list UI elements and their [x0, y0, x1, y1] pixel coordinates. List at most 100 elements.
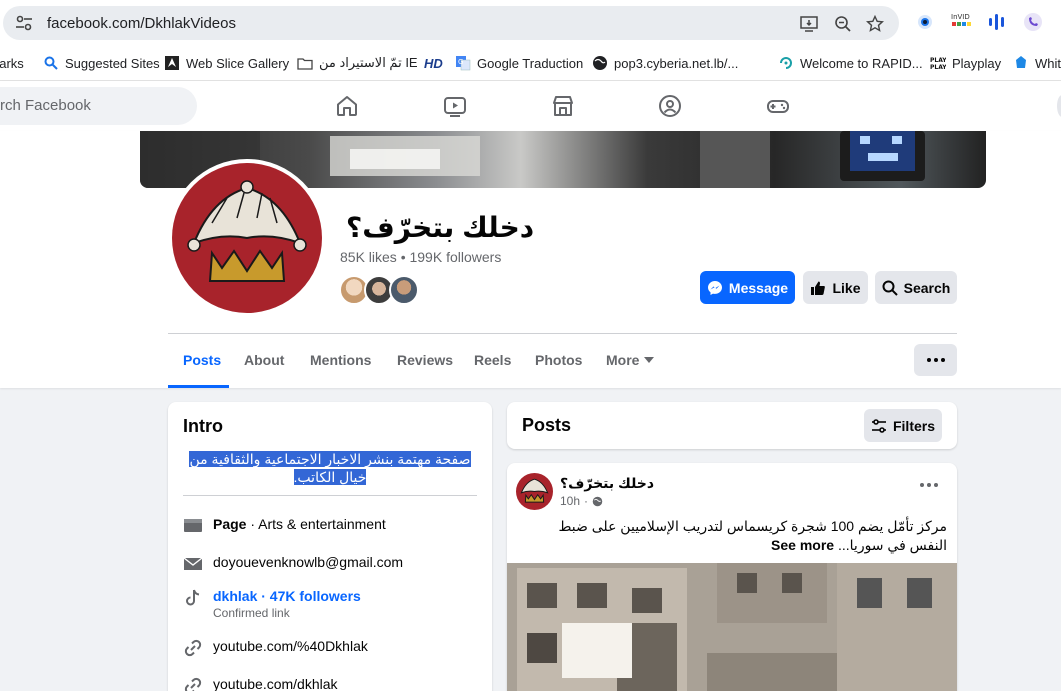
bookmarks-bar: harks Suggested Sites Web Slice Gallery …: [0, 45, 1061, 81]
viber-icon[interactable]: [1022, 11, 1044, 33]
intro-card: Intro صفحة مهتمة بنشر الاخبار الاجتماعية…: [168, 402, 492, 691]
bookmark-label: Google Traduction: [477, 55, 584, 71]
intro-email[interactable]: doyouevenknowlb@gmail.com: [183, 554, 403, 574]
tab-posts[interactable]: Posts: [183, 352, 221, 368]
zoom-icon[interactable]: [834, 15, 852, 33]
bookmark-item-hd[interactable]: HD: [424, 53, 443, 73]
tiktok-icon: [186, 589, 200, 606]
tab-about[interactable]: About: [244, 352, 284, 368]
message-button[interactable]: Message: [700, 271, 795, 304]
bookmark-item-rapid[interactable]: Welcome to RAPID...: [778, 53, 923, 73]
bookmark-star-icon[interactable]: [866, 15, 884, 33]
bookmark-label: Welcome to RAPID...: [800, 55, 923, 71]
post-body: مركز تأمّل يضم 100 شجرة كريسماس لتدريب ا…: [558, 518, 947, 553]
intro-link-2[interactable]: youtube.com/dkhlak: [183, 676, 338, 691]
post-image[interactable]: [507, 563, 957, 691]
url-text[interactable]: facebook.com/DkhlakVideos: [47, 15, 236, 32]
bio-line-2: خيال الكاتب.: [293, 469, 367, 485]
filters-button[interactable]: Filters: [864, 409, 942, 442]
record-icon[interactable]: [914, 11, 936, 33]
more-options-button[interactable]: [914, 344, 957, 376]
google-translate-icon: G: [456, 56, 471, 71]
bookmark-item-pop3[interactable]: pop3.cyberia.net.lb/...: [592, 53, 738, 73]
tab-reviews[interactable]: Reviews: [397, 352, 453, 368]
bookmark-label: Web Slice Gallery: [186, 55, 290, 71]
search-icon: [882, 280, 898, 296]
search-placeholder: rch Facebook: [0, 97, 91, 114]
bookmark-item-suggested-sites[interactable]: Suggested Sites: [43, 53, 160, 73]
post-time-text: 10h: [560, 494, 581, 508]
link-icon: [184, 639, 202, 657]
search-button-label: Search: [903, 279, 951, 296]
tab-photos[interactable]: Photos: [535, 352, 582, 368]
post-photo-art: [507, 563, 957, 691]
tab-more[interactable]: More: [606, 352, 655, 368]
intro-divider: [183, 495, 477, 496]
browser-toolbar: facebook.com/DkhlakVideos InVID: [0, 0, 1061, 45]
bookmark-item-marks[interactable]: harks: [0, 53, 24, 73]
bookmark-label: Playplay: [952, 55, 1002, 71]
bookmark-item-web-slice-gallery[interactable]: Web Slice Gallery: [164, 53, 289, 73]
more-options-dot: [933, 358, 938, 362]
bookmark-label: harks: [0, 55, 24, 71]
home-icon[interactable]: [335, 94, 359, 118]
marketplace-icon[interactable]: [551, 94, 575, 118]
see-more-link[interactable]: See more: [771, 537, 834, 553]
groups-icon[interactable]: [658, 94, 682, 118]
post-timestamp[interactable]: 10h ·: [560, 494, 603, 508]
active-tab-indicator: [168, 385, 229, 388]
audio-bars-icon[interactable]: [986, 11, 1008, 33]
facebook-top-nav: rch Facebook: [0, 81, 1061, 131]
bookmark-item-ie-imported[interactable]: تمّ الاستيراد من IE: [297, 53, 418, 73]
install-app-icon[interactable]: [800, 15, 818, 33]
post-author-name[interactable]: دخلك بتخرّف؟: [560, 475, 654, 492]
facebook-search-input[interactable]: rch Facebook: [0, 87, 197, 125]
bookmark-label: pop3.cyberia.net.lb/...: [614, 55, 739, 71]
link-text[interactable]: youtube.com/%40Dkhlak: [213, 638, 368, 654]
web-slice-icon: [165, 56, 179, 70]
follower-avatars[interactable]: [339, 275, 421, 305]
link-icon: [184, 677, 202, 691]
flag-icon: [184, 519, 202, 532]
playplay-icon: PLAYPLAY: [930, 57, 946, 71]
more-options-dot: [940, 358, 945, 362]
rapid-icon: [780, 57, 792, 69]
category-value: · Arts & entertainment: [246, 516, 386, 532]
tab-reels[interactable]: Reels: [474, 352, 511, 368]
post-text: مركز تأمّل يضم 100 شجرة كريسماس لتدريب ا…: [519, 517, 947, 555]
post-author-avatar[interactable]: [516, 473, 553, 510]
site-settings-icon[interactable]: [15, 15, 33, 31]
bookmark-item-playplay[interactable]: PLAY PLAY Playplay: [930, 53, 1001, 73]
intro-tiktok[interactable]: dkhlak · 47K followers Confirmed link: [183, 588, 361, 620]
bookmark-label: Suggested Sites: [65, 55, 160, 71]
tiktok-confirmed: Confirmed link: [213, 606, 290, 620]
tab-mentions[interactable]: Mentions: [310, 352, 371, 368]
page-stats[interactable]: 85K likes • 199K followers: [340, 249, 501, 265]
like-button[interactable]: Like: [803, 271, 868, 304]
post-options-dot: [927, 483, 931, 487]
link-text[interactable]: youtube.com/dkhlak: [213, 676, 338, 691]
invid-icon[interactable]: InVID: [950, 11, 972, 33]
intro-link-1[interactable]: youtube.com/%40Dkhlak: [183, 638, 368, 658]
hd-icon: HD: [424, 55, 443, 71]
post-card: دخلك بتخرّف؟ 10h · مركز تأمّل يضم 100 شج…: [507, 463, 957, 691]
avatar[interactable]: [389, 275, 419, 305]
post-options-dot: [920, 483, 924, 487]
post-options-button[interactable]: [920, 483, 938, 487]
search-button[interactable]: Search: [875, 271, 957, 304]
jester-hat-logo: [520, 478, 549, 503]
svg-text:G: G: [458, 58, 463, 66]
more-options-dot: [926, 358, 931, 362]
tiktok-link[interactable]: dkhlak · 47K followers: [213, 588, 361, 604]
menu-button-edge[interactable]: [1057, 95, 1061, 117]
message-button-label: Message: [728, 279, 789, 296]
address-bar[interactable]: facebook.com/DkhlakVideos: [3, 6, 899, 40]
bookmark-item-google-traduction[interactable]: G Google Traduction: [455, 53, 583, 73]
caret-down-icon: [644, 357, 655, 363]
page-title: دخلك بتخرّف؟: [346, 212, 535, 243]
bookmark-item-whit[interactable]: Whit: [1013, 53, 1061, 73]
video-icon[interactable]: [443, 94, 467, 118]
bio-line-1: صفحة مهتمة بنشر الاخبار الاجتماعية والثق…: [189, 451, 471, 467]
gaming-icon[interactable]: [766, 94, 790, 118]
profile-avatar[interactable]: [168, 159, 326, 317]
